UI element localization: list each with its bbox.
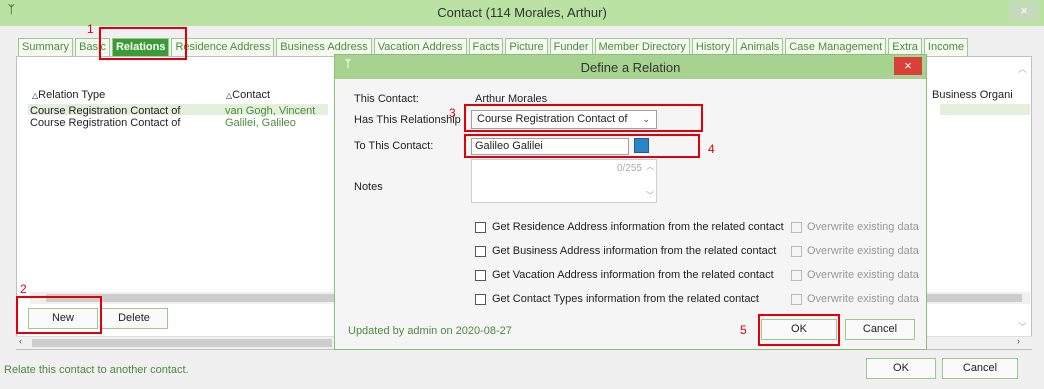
relationship-label: Has This Relationship — [354, 114, 461, 126]
column-header-contact[interactable]: △Contact — [226, 89, 270, 101]
window-title: Contact (114 Morales, Arthur) — [437, 5, 607, 20]
annotation-box-2 — [16, 296, 102, 334]
residence-overwrite-checkbox[interactable] — [791, 222, 802, 233]
relation-type-cell: Course Registration Contact of — [30, 117, 181, 129]
annotation-number-5: 5 — [740, 323, 747, 337]
business-checkbox-label: Get Business Address information from th… — [492, 245, 777, 257]
annotation-number-1: 1 — [87, 22, 94, 36]
annotation-number-3: 3 — [449, 106, 456, 120]
scroll-up-arrow-icon[interactable]: ︿ — [646, 161, 654, 172]
annotation-number-2: 2 — [20, 282, 27, 296]
notes-textarea[interactable]: 0/255 ︿ ﹀ — [471, 159, 657, 203]
annotation-box-3 — [464, 104, 703, 132]
annotation-box-4 — [464, 134, 700, 158]
notes-label: Notes — [354, 181, 383, 193]
scroll-down-arrow-icon[interactable]: ﹀ — [646, 190, 654, 201]
dialog-close-button[interactable]: × — [894, 57, 922, 75]
notes-counter: 0/255 — [616, 163, 642, 174]
define-relation-dialog: ᛉ Define a Relation × This Contact: Arth… — [334, 54, 927, 350]
contact-types-checkbox[interactable] — [475, 294, 486, 305]
dialog-titlebar: ᛉ Define a Relation × — [335, 55, 926, 79]
window-close-button[interactable]: × — [1010, 2, 1038, 20]
business-overwrite-checkbox[interactable] — [791, 246, 802, 257]
dialog-title: Define a Relation — [580, 60, 681, 75]
contact-link[interactable]: Galilei, Galileo — [225, 117, 296, 129]
window-titlebar: ᛉ Contact (114 Morales, Arthur) × — [0, 0, 1044, 26]
annotation-box-5 — [758, 314, 840, 346]
cancel-button[interactable]: Cancel — [942, 358, 1018, 379]
scroll-up-arrow-icon[interactable]: ︿ — [1018, 62, 1027, 75]
residence-checkbox[interactable] — [475, 222, 486, 233]
this-contact-label: This Contact: — [354, 93, 419, 105]
scrollbar-thumb[interactable] — [32, 339, 332, 347]
contact-types-overwrite-label: Overwrite existing data — [807, 293, 919, 305]
selected-row-highlight-right — [940, 104, 1030, 115]
relation-type-cell: Course Registration Contact of — [30, 105, 181, 117]
vacation-checkbox-label: Get Vacation Address information from th… — [492, 269, 774, 281]
column-header-relation-type[interactable]: △Relation Type — [32, 89, 105, 101]
contact-link[interactable]: van Gogh, Vincent — [225, 105, 315, 117]
vacation-overwrite-label: Overwrite existing data — [807, 269, 919, 281]
scroll-left-arrow-icon[interactable]: ‹ — [19, 336, 22, 346]
delete-button[interactable]: Delete — [100, 308, 168, 329]
residence-overwrite-label: Overwrite existing data — [807, 221, 919, 233]
vacation-overwrite-checkbox[interactable] — [791, 270, 802, 281]
updated-by-text: Updated by admin on 2020-08-27 — [348, 325, 512, 337]
status-text: Relate this contact to another contact. — [4, 364, 189, 376]
annotation-box-1 — [99, 27, 187, 60]
annotation-number-4: 4 — [708, 142, 715, 156]
scroll-right-arrow-icon[interactable]: › — [1017, 336, 1020, 346]
scroll-down-arrow-icon[interactable]: ﹀ — [1018, 320, 1027, 333]
tab-income[interactable]: Income — [923, 38, 968, 56]
business-checkbox[interactable] — [475, 246, 486, 257]
contact-types-checkbox-label: Get Contact Types information from the r… — [492, 293, 759, 305]
column-header-business-organization[interactable]: Business Organi — [932, 89, 1013, 101]
dialog-cancel-button[interactable]: Cancel — [845, 319, 915, 340]
to-contact-label: To This Contact: — [354, 140, 434, 152]
business-overwrite-label: Overwrite existing data — [807, 245, 919, 257]
vacation-checkbox[interactable] — [475, 270, 486, 281]
ok-button[interactable]: OK — [866, 358, 936, 379]
residence-checkbox-label: Get Residence Address information from t… — [492, 221, 784, 233]
contact-types-overwrite-checkbox[interactable] — [791, 294, 802, 305]
tab-summary[interactable]: Summary — [18, 38, 74, 56]
